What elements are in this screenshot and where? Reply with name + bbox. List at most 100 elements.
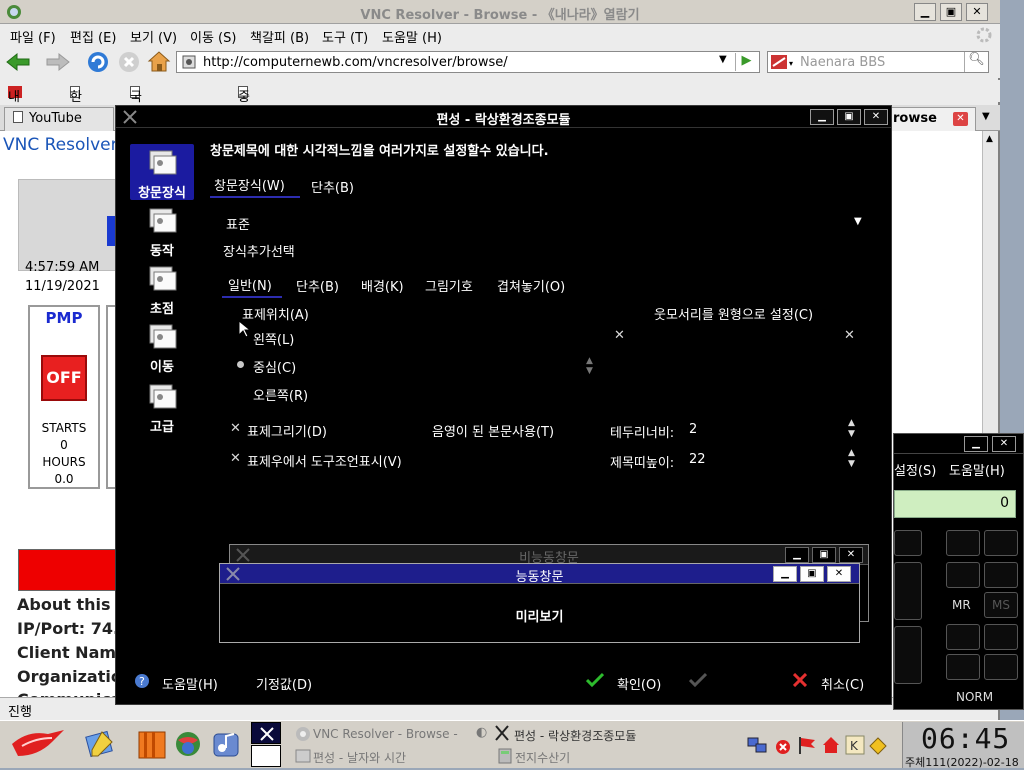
network-tray-icon[interactable] [746,734,768,756]
tooltip-check-icon[interactable]: ✕ [230,451,241,466]
option-right[interactable]: 오른쪽(R) [253,385,308,404]
search-box[interactable]: ▾ Naenara BBS 🔍︎ [767,51,989,73]
menu-go[interactable]: 이동 (S) [190,27,236,46]
draw-title-check-icon[interactable]: ✕ [230,421,241,436]
theme-dropdown-icon[interactable]: ▼ [854,216,862,227]
spin-down-icon[interactable]: ▼ [586,366,593,376]
titlebar-height-down-icon[interactable]: ▼ [848,459,855,469]
calc-key[interactable] [894,530,922,556]
round-corners-left-x-icon[interactable]: ✕ [614,328,625,343]
workspace-1-button[interactable] [251,722,281,744]
menu-file[interactable]: 파일 (F) [10,27,56,46]
calc-mr-label[interactable]: MR [952,598,971,612]
calc-menu-settings[interactable]: 설정(S) [894,460,936,479]
maximize-button[interactable]: ▣ [940,3,962,21]
calc-menu-help[interactable]: 도움말(H) [949,460,1005,479]
apply-check-icon[interactable] [689,672,707,688]
subtab-buttons[interactable]: 단추(B) [296,276,339,295]
calc-minimize-button[interactable]: ▁ [964,436,988,452]
border-width-down-icon[interactable]: ▼ [848,429,855,439]
calc-key[interactable] [984,624,1018,650]
titlebar-height-up-icon[interactable]: ▲ [848,448,855,458]
border-width-up-icon[interactable]: ▲ [848,418,855,428]
subtab-general[interactable]: 일반(N) [228,275,272,294]
calc-key[interactable] [946,530,980,556]
tab-window-decoration[interactable]: 창문장식(W) [214,175,285,194]
tab-buttons[interactable]: 단추(B) [311,177,354,196]
task-config-dialog[interactable]: 편성 - 락상환경조종모듈 [514,727,636,744]
url-text[interactable]: http://computernewb.com/vncresolver/brow… [203,55,508,70]
flag-tray-icon[interactable] [796,734,818,756]
tab-list-icon[interactable]: ▼ [982,111,990,122]
back-icon[interactable] [5,51,31,73]
subtab-background[interactable]: 배경(K) [361,276,404,295]
defaults-button[interactable]: 기정값(D) [256,674,312,693]
page-title[interactable]: VNC Resolver [3,135,118,155]
menu-bookmarks[interactable]: 책갈피 (B) [250,27,309,46]
start-menu-icon[interactable] [8,726,68,762]
url-dropdown-icon[interactable]: ▼ [719,54,727,65]
calc-key[interactable] [984,530,1018,556]
calc-key[interactable] [984,562,1018,588]
keyboard-tray-icon[interactable]: K [844,734,866,756]
close-button[interactable]: ✕ [966,3,988,21]
stop-icon[interactable] [117,50,141,74]
calc-ms-key[interactable]: MS [984,592,1018,618]
task-date-time[interactable]: 편성 - 날자와 시간 [313,749,406,766]
home-icon[interactable] [146,49,172,73]
option-left[interactable]: 왼쪽(L) [253,329,294,348]
calc-key[interactable] [894,626,922,684]
minimize-button[interactable]: ▁ [914,3,936,21]
help-button[interactable]: 도움말(H) [162,674,218,693]
network-error-tray-icon[interactable] [770,734,792,756]
sidebar-item-focus[interactable]: 초점 [130,264,194,317]
task-vnc-browser[interactable]: VNC Resolver - Browse - [313,727,458,741]
menu-help[interactable]: 도움말 (H) [382,27,442,46]
sidebar-item-actions[interactable]: 동작 [130,206,194,259]
spin-up-icon[interactable]: ▲ [586,356,593,366]
calc-key[interactable] [894,562,922,620]
border-width-value[interactable]: 2 [689,422,697,437]
go-icon[interactable]: ▶ [735,53,757,71]
office-launcher-icon[interactable] [136,728,168,760]
workspace-2-button[interactable] [251,745,281,767]
tab-vnc-resolver[interactable]: rowse ✕ [884,107,976,131]
search-icon[interactable]: 🔍︎ [964,52,988,72]
radio-center-selected[interactable] [237,361,244,368]
scroll-up-icon[interactable]: ▲ [986,134,993,144]
draw-title-label[interactable]: 표제그리기(D) [247,421,327,440]
menu-tools[interactable]: 도구 (T) [322,27,368,46]
sidebar-item-decoration[interactable]: 창문장식 [130,144,194,201]
titlebar-height-value[interactable]: 22 [689,452,706,467]
tab-youtube[interactable]: YouTube [4,107,114,131]
sidebar-item-moving[interactable]: 이동 [130,322,194,375]
menu-view[interactable]: 보기 (V) [130,27,177,46]
tab-close-icon[interactable]: ✕ [953,112,968,126]
ok-button[interactable]: 확인(O) [617,674,661,693]
subtab-overlay[interactable]: 겹쳐놓기(O) [497,276,565,295]
off-button[interactable]: OFF [41,355,87,401]
music-launcher-icon[interactable] [210,728,242,760]
shadow-body-label[interactable]: 음영이 된 본문사용(T) [432,421,554,440]
notes-tray-icon[interactable] [866,734,888,756]
dialog-maximize-button[interactable]: ▣ [837,109,861,125]
calc-key[interactable] [984,654,1018,680]
menu-edit[interactable]: 편집 (E) [70,27,116,46]
round-corners-right-x-icon[interactable]: ✕ [844,328,855,343]
cancel-button[interactable]: 취소(C) [821,674,864,693]
calc-close-button[interactable]: ✕ [992,436,1016,452]
dialog-close-button[interactable]: ✕ [864,109,888,125]
url-bar[interactable]: http://computernewb.com/vncresolver/brow… [176,51,760,73]
task-calculator[interactable]: 전지수산기 [515,749,570,766]
editor-launcher-icon[interactable] [84,728,116,760]
house-tray-icon[interactable] [820,734,842,756]
calc-key[interactable] [946,562,980,588]
calc-key[interactable] [946,624,980,650]
forward-icon[interactable] [45,51,71,73]
dialog-minimize-button[interactable]: ▁ [810,109,834,125]
clock-panel[interactable]: 06:45 주체111(2022)-02-18 [902,722,1024,769]
option-center[interactable]: 중심(C) [253,357,296,376]
calc-key[interactable] [946,654,980,680]
search-engine-icon[interactable]: ▾ [770,54,796,70]
tooltip-label[interactable]: 표제우에서 도구조언표시(V) [247,451,402,470]
